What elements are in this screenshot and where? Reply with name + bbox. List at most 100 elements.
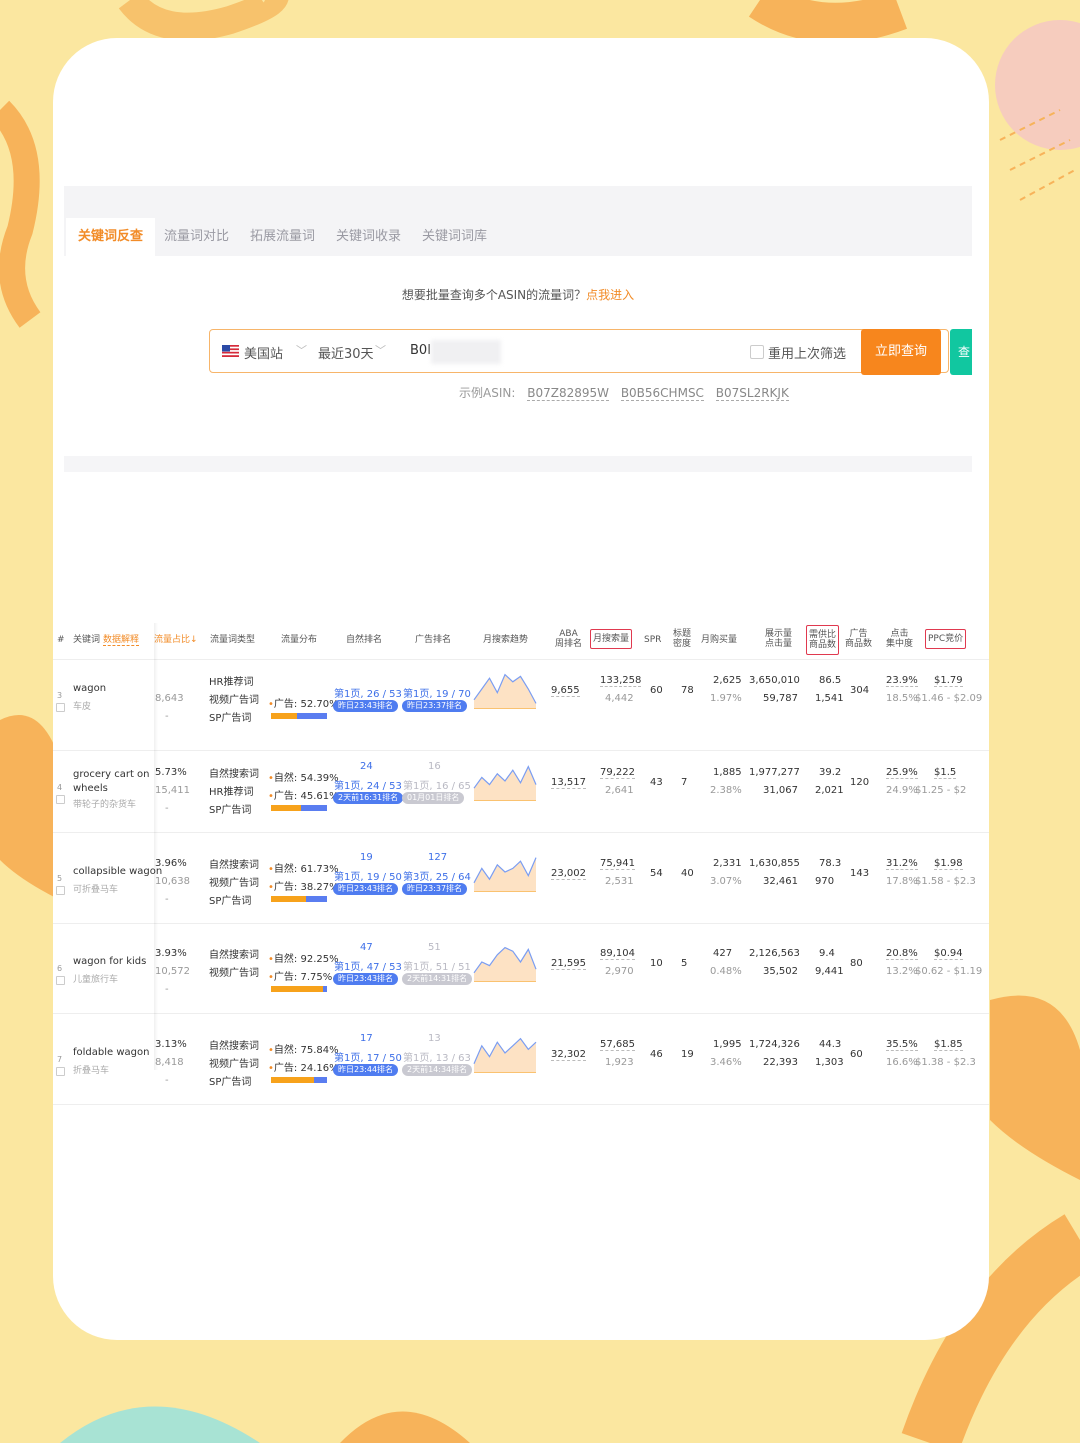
ad-rank-page[interactable]: 第1页, 19 / 70	[403, 685, 471, 700]
ad-rank-top[interactable]: 127	[428, 852, 447, 863]
col-ppc[interactable]: PPC竞价	[925, 629, 967, 649]
natural-label: 自然:	[273, 1045, 298, 1056]
ppc-bid[interactable]: $0.94	[934, 948, 963, 960]
row-checkbox[interactable]	[56, 886, 65, 895]
organic-rank-page[interactable]: 第1页, 47 / 53	[334, 958, 402, 973]
monthly-purchase: 2,331	[713, 858, 742, 869]
click-concentration[interactable]: 25.9%	[886, 767, 918, 779]
monthly-search[interactable]: 133,258	[600, 675, 642, 687]
click-concentration[interactable]: 23.9%	[886, 675, 918, 687]
monthly-search[interactable]: 75,941	[600, 858, 635, 870]
ad-rank-time[interactable]: 2天前14:31排名	[402, 973, 473, 985]
aba-rank[interactable]: 23,002	[551, 868, 586, 880]
title-density: 5	[681, 958, 688, 969]
ad-rank-page[interactable]: 第3页, 25 / 64	[403, 868, 471, 883]
organic-rank-page[interactable]: 第1页, 26 / 53	[334, 685, 402, 700]
ad-label: 广告:	[273, 972, 298, 983]
organic-rank-page[interactable]: 第1页, 17 / 50	[334, 1049, 402, 1064]
aba-rank[interactable]: 32,302	[551, 1049, 586, 1061]
search-trend-sparkline[interactable]	[473, 852, 537, 892]
ad-rank-time[interactable]: 01月01日排名	[402, 792, 465, 804]
site-select[interactable]: 美国站	[244, 343, 283, 362]
aba-rank[interactable]: 13,517	[551, 777, 586, 789]
search-trend-sparkline[interactable]	[473, 761, 537, 801]
ppc-bid[interactable]: $1.98	[934, 858, 963, 870]
col-traffic-share[interactable]: 流量占比↓	[154, 635, 198, 645]
monthly-search[interactable]: 57,685	[600, 1039, 635, 1051]
search-trend-sparkline[interactable]	[473, 669, 537, 709]
asin-input[interactable]: B0I	[410, 343, 431, 358]
organic-rank-top[interactable]: 24	[360, 761, 373, 772]
ad-rank-time[interactable]: 2天前14:34排名	[402, 1064, 473, 1076]
spr-value: 54	[650, 868, 663, 879]
tab-keyword-library[interactable]: 关键词词库	[410, 218, 499, 256]
tab-traffic-compare[interactable]: 流量词对比	[152, 218, 241, 256]
period-select[interactable]: 最近30天	[318, 343, 374, 362]
search-trend-sparkline[interactable]	[473, 942, 537, 982]
ad-rank-top[interactable]: 51	[428, 942, 441, 953]
tab-keyword-indexing[interactable]: 关键词收录	[324, 218, 413, 256]
monthly-search[interactable]: 89,104	[600, 948, 635, 960]
aba-rank[interactable]: 21,595	[551, 958, 586, 970]
organic-rank-time[interactable]: 2天前16:31排名	[333, 792, 404, 804]
click-concentration[interactable]: 35.5%	[886, 1039, 918, 1051]
example-asin[interactable]: B07SL2RKJK	[715, 386, 789, 401]
keyword-text[interactable]: grocery cart on	[73, 769, 150, 780]
sparkline-area	[474, 674, 536, 709]
organic-rank-time[interactable]: 昨日23:43排名	[333, 973, 399, 985]
click-concentration[interactable]: 20.8%	[886, 948, 918, 960]
ad-rank-page[interactable]: 第1页, 16 / 65	[403, 777, 471, 792]
row-checkbox[interactable]	[56, 1067, 65, 1076]
click-concentration[interactable]: 31.2%	[886, 858, 918, 870]
ad-rank-time[interactable]: 昨日23:37排名	[402, 883, 468, 895]
aba-rank[interactable]: 9,655	[551, 685, 580, 697]
col-ad-products: 广告 商品数	[845, 629, 873, 649]
organic-rank-top[interactable]: 17	[360, 1033, 373, 1044]
ad-share: •广告: 24.16%	[268, 1063, 339, 1074]
ad-share: •广告: 7.75%	[268, 972, 333, 983]
ppc-bid[interactable]: $1.5	[934, 767, 957, 779]
search-trend-sparkline[interactable]	[473, 1033, 537, 1073]
organic-rank-time[interactable]: 昨日23:43排名	[333, 883, 399, 895]
ad-rank-page[interactable]: 第1页, 51 / 51	[403, 958, 471, 973]
organic-rank-top[interactable]: 19	[360, 852, 373, 863]
col-demand-supply[interactable]: 需供比 商品数	[806, 625, 840, 655]
natural-share: •自然: 54.39%	[268, 773, 339, 784]
query-button[interactable]: 立即查询	[861, 329, 941, 375]
organic-rank-time[interactable]: 昨日23:44排名	[333, 1064, 399, 1076]
col-monthly-search[interactable]: 月搜索量	[590, 629, 633, 649]
batch-hint-link[interactable]: 点我进入	[586, 288, 634, 302]
col-keyword-tag[interactable]: 数据解释	[103, 635, 140, 646]
organic-rank-page[interactable]: 第1页, 19 / 50	[334, 868, 402, 883]
tab-keyword-reverse[interactable]: 关键词反查	[66, 218, 156, 256]
keyword-text[interactable]: wagon	[73, 683, 106, 694]
row-checkbox[interactable]	[56, 703, 65, 712]
row-checkbox[interactable]	[56, 976, 65, 985]
distribution-bar-ad	[305, 896, 327, 902]
organic-rank-page[interactable]: 第1页, 24 / 53	[334, 777, 402, 792]
col-spr: SPR	[644, 635, 662, 645]
keyword-text[interactable]: collapsible wagon	[73, 866, 162, 877]
row-checkbox[interactable]	[56, 795, 65, 804]
ad-rank-top[interactable]: 16	[428, 761, 441, 772]
ad-rank-time[interactable]: 昨日23:37排名	[402, 700, 468, 712]
title-density: 19	[681, 1049, 694, 1060]
ppc-bid[interactable]: $1.85	[934, 1039, 963, 1051]
purchase-rate: 3.46%	[710, 1057, 742, 1068]
organic-rank-top[interactable]: 47	[360, 942, 373, 953]
keyword-text[interactable]: foldable wagon	[73, 1047, 149, 1058]
organic-rank-time[interactable]: 昨日23:43排名	[333, 700, 399, 712]
keyword-text[interactable]: wagon for kids	[73, 956, 146, 967]
reuse-filter-checkbox[interactable]	[750, 345, 764, 359]
ad-rank-page[interactable]: 第1页, 13 / 63	[403, 1049, 471, 1064]
ppc-bid[interactable]: $1.79	[934, 675, 963, 687]
keyword-text[interactable]: wheels	[73, 783, 108, 794]
example-asin[interactable]: B07Z82895W	[527, 386, 609, 401]
ppc-range: $1.38 - $2.3	[915, 1057, 976, 1068]
distribution-bar	[271, 1077, 327, 1083]
monthly-search[interactable]: 79,222	[600, 767, 635, 779]
tab-expand-keywords[interactable]: 拓展流量词	[238, 218, 327, 256]
example-asin[interactable]: B0B56CHMSC	[620, 386, 704, 401]
ad-rank-top[interactable]: 13	[428, 1033, 441, 1044]
secondary-query-button[interactable]: 查	[950, 329, 972, 375]
